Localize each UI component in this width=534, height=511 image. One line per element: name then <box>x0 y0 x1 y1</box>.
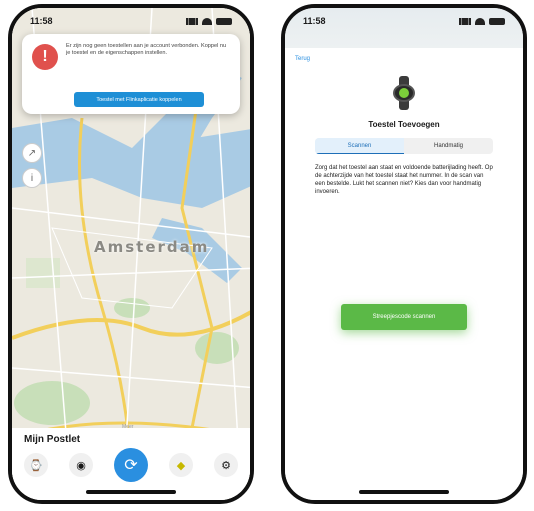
location-arrow-button[interactable]: ↗ <box>22 143 42 163</box>
home-indicator-2 <box>359 490 449 494</box>
watch-device-icon <box>393 76 415 110</box>
status-icons <box>186 17 232 25</box>
map-info-button[interactable]: i <box>22 168 42 188</box>
segment-scan[interactable]: Scannen <box>315 138 404 154</box>
city-label: Amsterdam <box>94 238 210 256</box>
status-time: 11:58 <box>30 16 53 26</box>
bell-tab[interactable]: ◆ <box>169 453 193 477</box>
pairing-title: Toestel Toevoegen <box>368 120 440 129</box>
wifi-icon <box>475 17 485 25</box>
status-time-2: 11:58 <box>303 16 326 26</box>
watch-icon: ⌚ <box>29 459 43 472</box>
watch-face <box>393 84 415 102</box>
wifi-icon <box>202 17 212 25</box>
sync-icon: ⟳ <box>124 457 138 474</box>
alert-icon: ! <box>32 44 58 70</box>
home-indicator <box>86 490 176 494</box>
pairing-description: Zorg dat het toestel aan staat en voldoe… <box>315 165 493 195</box>
phone-pairing-screen: 11:58 Terug Toestel Toevoegen Scannen Ha… <box>281 4 527 504</box>
status-icons-2 <box>459 17 505 25</box>
pair-device-button[interactable]: Toestel met Flinkaplicatie koppelen <box>74 92 204 107</box>
bell-icon: ◆ <box>176 459 186 472</box>
back-button[interactable]: Terug <box>295 56 310 62</box>
watch-tab[interactable]: ⌚ <box>24 453 48 477</box>
signal-icon <box>186 17 198 25</box>
tracker-icon: ◉ <box>76 459 86 472</box>
no-device-notification: ! Er zijn nog geen toestellen aan je acc… <box>22 34 240 114</box>
sheet-handle-label[interactable]: Meer <box>122 424 133 430</box>
signal-icon <box>459 17 471 25</box>
gear-icon: ⚙ <box>221 459 231 472</box>
segment-manual[interactable]: Handmatig <box>404 138 493 154</box>
pairing-mode-segment: Scannen Handmatig <box>315 138 493 154</box>
pairing-panel: Terug Toestel Toevoegen Scannen Handmati… <box>285 48 523 500</box>
battery-icon <box>216 17 232 25</box>
scan-barcode-button[interactable]: Streepjescode scannen <box>341 304 467 330</box>
notification-message: Er zijn nog geen toestellen aan je accou… <box>66 43 227 56</box>
device-tabbar: ⌚ ◉ ⟳ ◆ ⚙ <box>24 448 238 482</box>
tracker-tab[interactable]: ◉ <box>69 453 93 477</box>
sync-tab[interactable]: ⟳ <box>114 448 148 482</box>
phone-map-screen: Amsterdam ↗ i 11:58 ! Er zijn nog geen t… <box>8 4 254 504</box>
watch-dot <box>399 88 409 98</box>
status-bar: 11:58 <box>12 8 250 34</box>
status-bar-2: 11:58 <box>285 8 523 34</box>
settings-tab[interactable]: ⚙ <box>214 453 238 477</box>
sheet-title: Mijn Postlet <box>24 434 81 445</box>
battery-icon <box>489 17 505 25</box>
